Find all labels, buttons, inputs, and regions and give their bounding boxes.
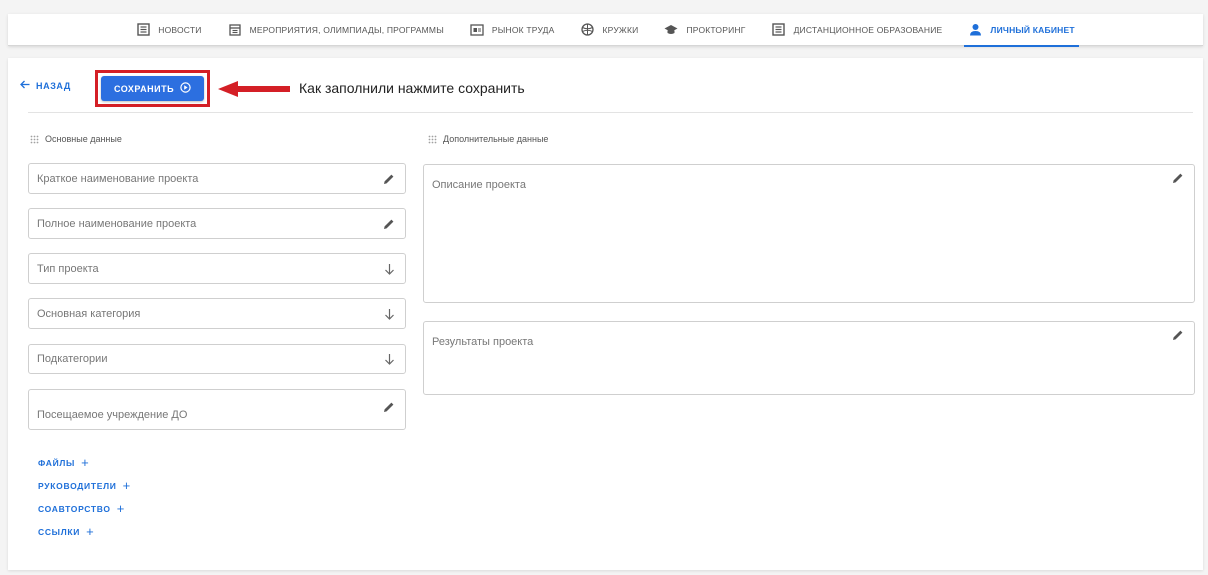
field-label: Тип проекта [37,262,99,275]
nav-item-label: ПРОКТОРИНГ [686,24,746,35]
nav-item-proctoring[interactable]: ПРОКТОРИНГ [664,14,745,46]
save-hint-text: Как заполнили нажмите сохранить [299,80,525,96]
link-label: РУКОВОДИТЕЛИ [38,480,117,491]
short-name-field[interactable]: Краткое наименование проекта [28,163,406,194]
arrow-left-icon [20,80,30,91]
field-label: Описание проекта [432,179,526,191]
pencil-icon[interactable] [383,218,395,230]
arrow-down-icon[interactable] [383,353,395,365]
arrow-down-icon[interactable] [383,308,395,320]
toolbar-divider [28,112,1193,113]
plus-icon: + [116,501,125,516]
card-icon [470,23,484,37]
news-icon [136,23,150,37]
plus-icon: + [86,524,95,539]
ball-icon [581,23,595,37]
save-button[interactable]: СОХРАНИТЬ [101,76,204,101]
back-button[interactable]: НАЗАД [20,80,71,91]
field-label: Результаты проекта [432,336,534,348]
pencil-icon[interactable] [383,401,395,413]
link-label: СОАВТОРСТВО [38,503,111,514]
drag-handle-icon [30,135,39,144]
nav-item-label: НОВОСТИ [158,24,202,35]
nav-item-labor-market[interactable]: РЫНОК ТРУДА [470,14,555,46]
nav-item-label: КРУЖКИ [602,24,639,35]
main-category-select[interactable]: Основная категория [28,298,406,329]
arrow-down-icon[interactable] [383,263,395,275]
description-textarea[interactable]: Описание проекта [423,164,1195,303]
plus-icon: + [81,455,90,470]
add-links-link[interactable]: ССЫЛКИ + [38,525,94,538]
link-label: ФАЙЛЫ [38,457,76,468]
section-title-text: Основные данные [45,134,122,144]
main-data-title: Основные данные [30,134,122,144]
link-label: ССЫЛКИ [38,526,81,537]
field-label: Краткое наименование проекта [37,172,199,185]
institution-field[interactable]: Посещаемое учреждение ДО [28,389,406,430]
add-coauthors-link[interactable]: СОАВТОРСТВО + [38,502,125,515]
top-navigation: НОВОСТИ МЕРОПРИЯТИЯ, ОЛИМПИАДЫ, ПРОГРАММ… [8,14,1203,47]
save-button-label: СОХРАНИТЬ [113,83,175,94]
form-toolbar: НАЗАД СОХРАНИТЬ Как заполнили нажмите со… [8,58,1203,113]
calendar-icon [228,23,242,37]
graduation-cap-icon [664,23,678,37]
add-files-link[interactable]: ФАЙЛЫ + [38,456,89,469]
news-icon [772,23,786,37]
pointer-arrow-icon [218,81,290,97]
section-title-text: Дополнительные данные [443,134,549,144]
pencil-icon[interactable] [1172,172,1184,184]
project-form-card: НАЗАД СОХРАНИТЬ Как заполнили нажмите со… [8,58,1203,570]
nav-item-clubs[interactable]: КРУЖКИ [581,14,639,46]
field-label: Полное наименование проекта [37,217,197,230]
field-label: Посещаемое учреждение ДО [37,409,188,421]
pencil-icon[interactable] [1172,329,1184,341]
full-name-field[interactable]: Полное наименование проекта [28,208,406,239]
nav-item-label: РЫНОК ТРУДА [491,24,555,35]
nav-item-events[interactable]: МЕРОПРИЯТИЯ, ОЛИМПИАДЫ, ПРОГРАММЫ [228,14,444,46]
results-textarea[interactable]: Результаты проекта [423,321,1195,395]
nav-item-label: ДИСТАНЦИОННОЕ ОБРАЗОВАНИЕ [793,24,943,35]
drag-handle-icon [428,135,437,144]
nav-item-news[interactable]: НОВОСТИ [136,14,201,46]
additional-data-title: Дополнительные данные [428,134,548,144]
nav-item-personal-account[interactable]: ЛИЧНЫЙ КАБИНЕТ [964,14,1080,47]
pencil-icon[interactable] [383,173,395,185]
nav-item-distance-education[interactable]: ДИСТАНЦИОННОЕ ОБРАЗОВАНИЕ [772,14,943,46]
back-button-label: НАЗАД [36,80,71,91]
person-icon [968,23,982,37]
field-label: Подкатегории [37,353,108,365]
circle-arrow-icon [180,82,191,95]
plus-icon: + [122,478,131,493]
add-supervisors-link[interactable]: РУКОВОДИТЕЛИ + [38,479,131,492]
field-label: Основная категория [37,307,141,320]
project-type-select[interactable]: Тип проекта [28,253,406,284]
nav-item-label: ЛИЧНЫЙ КАБИНЕТ [990,24,1075,35]
subcategories-select[interactable]: Подкатегории [28,344,406,374]
nav-item-label: МЕРОПРИЯТИЯ, ОЛИМПИАДЫ, ПРОГРАММЫ [249,24,444,35]
